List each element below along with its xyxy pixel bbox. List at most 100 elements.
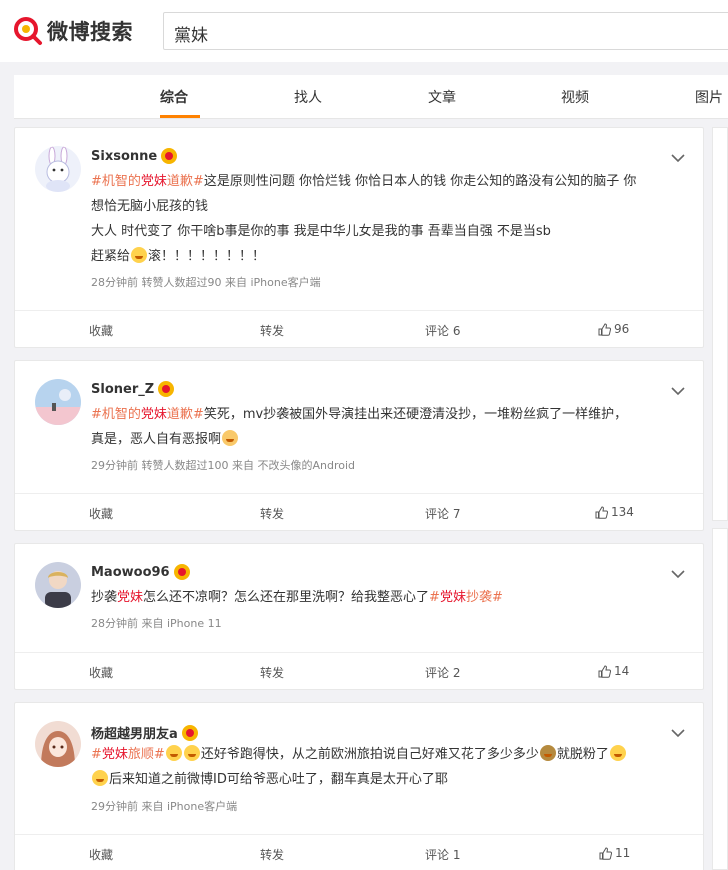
username[interactable]: 杨超越男朋友a [91, 723, 198, 742]
cat-emoji-icon [222, 430, 239, 446]
post-text-line: 滚！！！！！！！！ [148, 249, 266, 264]
thumbs-up-icon [598, 664, 611, 678]
logo-text: 微博搜索 [47, 20, 133, 44]
hashtag-part[interactable]: 道歉# [167, 174, 204, 189]
post-text-line: 笑死，mv抄袭被国外导演挂出来还硬澄清没抄，一堆粉丝疯了一样维护， [203, 407, 628, 422]
sky-avatar-icon [35, 379, 81, 425]
hashtag-part[interactable]: 道歉# [167, 407, 204, 422]
thumbs-up-icon [599, 846, 612, 860]
action-bar: 收藏 转发 评论 2 14 [15, 652, 703, 690]
tab-users[interactable]: 找人 [294, 87, 322, 107]
post-card: Maowoo96 抄袭党妹怎么还不凉啊？怎么还在那里洗啊？给我整恶心了#党妹抄袭… [14, 543, 704, 690]
like-button[interactable]: 96 [598, 322, 629, 336]
thumbs-up-icon [595, 505, 608, 519]
username[interactable]: Sloner_Z [91, 381, 175, 397]
post-text-line: 抄袭 [91, 590, 118, 605]
search-query: 黨妹 [174, 26, 208, 46]
comment-button[interactable]: 评论 7 [425, 505, 460, 522]
post-text-line: 赶紧给 [91, 249, 131, 264]
like-count: 134 [611, 505, 634, 519]
hashtag-highlight[interactable]: 党妹 [102, 747, 128, 762]
repost-button[interactable]: 转发 [260, 322, 284, 339]
hashtag-highlight[interactable]: 党妹 [141, 407, 167, 422]
favorite-button[interactable]: 收藏 [89, 322, 113, 339]
search-input[interactable]: 黨妹 [163, 12, 728, 50]
like-count: 11 [615, 846, 631, 860]
vip-badge-icon [161, 148, 178, 164]
chevron-down-icon[interactable] [671, 153, 685, 163]
username[interactable]: Maowoo96 [91, 564, 190, 580]
post-text-line: 想恰无脑小屁孩的钱 [91, 199, 209, 214]
comment-button[interactable]: 评论 1 [425, 846, 460, 863]
repost-button[interactable]: 转发 [260, 505, 284, 522]
hashtag-part[interactable]: # [91, 747, 102, 762]
favorite-button[interactable]: 收藏 [89, 505, 113, 522]
like-button[interactable]: 134 [595, 505, 634, 519]
post-text-line: 真是，恶人自有恶报啊 [91, 432, 222, 447]
joy-emoji-icon [165, 745, 182, 761]
like-count: 96 [614, 322, 630, 336]
header: 微博搜索 黨妹 [0, 0, 728, 62]
post-meta: 29分钟前 转赞人数超过100 来自 不改头像的Android [91, 459, 356, 472]
action-bar: 收藏 转发 评论 1 11 [15, 834, 703, 870]
like-count: 14 [614, 664, 630, 678]
money-bag-icon [539, 745, 556, 761]
laugh-emoji-icon [131, 247, 148, 263]
logo-magnifier-icon [14, 17, 42, 45]
tab-general[interactable]: 综合 [160, 87, 188, 107]
avatar[interactable] [35, 721, 81, 767]
post-text-line: 还好爷跑得快，从之前欧洲旅拍说自己好难又花了多少多少 [200, 747, 539, 762]
post-text-line: 这是原则性问题 你恰烂钱 你恰日本人的钱 你走公知的路没有公知的脑子 你 [203, 174, 637, 189]
hashtag-highlight[interactable]: 党妹 [440, 590, 466, 605]
comment-button[interactable]: 评论 6 [425, 322, 460, 339]
avatar[interactable] [35, 146, 81, 192]
post-text-line: 大人 时代变了 你干啥b事是你的事 我是中华儿女是我的事 吾辈当自强 不是当sb [91, 224, 551, 239]
username-text: 杨超越男朋友a [91, 727, 178, 742]
tab-bar: 综合 找人 文章 视频 图片 [14, 75, 728, 119]
grin-emoji-icon [92, 770, 108, 786]
vip-badge-icon [158, 381, 175, 397]
post-text: #党妹旅顺# 还好爷跑得快，从之前欧洲旅拍说自己好难又花了多少多少 就脱粉了 后来知… [91, 742, 681, 792]
post-text-line: 就脱粉了 [556, 747, 609, 762]
tab-images[interactable]: 图片 [695, 87, 723, 107]
like-button[interactable]: 11 [599, 846, 630, 860]
vip-badge-icon [181, 724, 198, 741]
action-bar: 收藏 转发 评论 6 96 [15, 310, 703, 348]
person-avatar-icon [35, 562, 81, 608]
grin-emoji-icon [609, 745, 626, 761]
like-button[interactable]: 14 [598, 664, 629, 678]
thumbs-up-icon [598, 322, 611, 336]
hashtag-part[interactable]: 旅顺# [128, 747, 165, 762]
username-text: Maowoo96 [91, 564, 170, 580]
post-card: Sloner_Z #机智的党妹道歉#笑死，mv抄袭被国外导演挂出来还硬澄清没抄，… [14, 360, 704, 531]
avatar[interactable] [35, 379, 81, 425]
side-panel [712, 127, 728, 521]
post-text: #机智的党妹道歉#笑死，mv抄袭被国外导演挂出来还硬澄清没抄，一堆粉丝疯了一样维… [91, 402, 681, 452]
post-text: 抄袭党妹怎么还不凉啊？怎么还在那里洗啊？给我整恶心了#党妹抄袭# [91, 585, 681, 610]
repost-button[interactable]: 转发 [260, 664, 284, 681]
hashtag-part[interactable]: #机智的 [91, 174, 141, 189]
hashtag-part[interactable]: #机智的 [91, 407, 141, 422]
hashtag-part[interactable]: 抄袭# [466, 590, 503, 605]
tab-articles[interactable]: 文章 [428, 87, 456, 107]
tab-videos[interactable]: 视频 [561, 87, 589, 107]
favorite-button[interactable]: 收藏 [89, 846, 113, 863]
post-text-line: 后来知道之前微博ID可给爷恶心吐了，翻车真是太开心了耶 [109, 772, 448, 787]
vip-badge-icon [173, 564, 190, 580]
post-meta: 28分钟前 转赞人数超过90 来自 iPhone客户端 [91, 276, 321, 289]
post-card: 杨超越男朋友a #党妹旅顺# 还好爷跑得快，从之前欧洲旅拍说自己好难又花了多少多少… [14, 702, 704, 870]
bunny-avatar-icon [46, 146, 70, 192]
hashtag-highlight[interactable]: 党妹 [141, 174, 167, 189]
hashtag-part[interactable]: # [429, 590, 440, 605]
chevron-down-icon[interactable] [671, 569, 685, 579]
repost-button[interactable]: 转发 [260, 846, 284, 863]
chevron-down-icon[interactable] [671, 728, 685, 738]
chevron-down-icon[interactable] [671, 386, 685, 396]
anime-avatar-icon [35, 721, 81, 767]
avatar[interactable] [35, 562, 81, 608]
username[interactable]: Sixsonne [91, 148, 178, 164]
action-bar: 收藏 转发 评论 7 134 [15, 493, 703, 531]
comment-button[interactable]: 评论 2 [425, 664, 460, 681]
weibo-search-logo[interactable]: 微博搜索 [13, 14, 148, 48]
favorite-button[interactable]: 收藏 [89, 664, 113, 681]
